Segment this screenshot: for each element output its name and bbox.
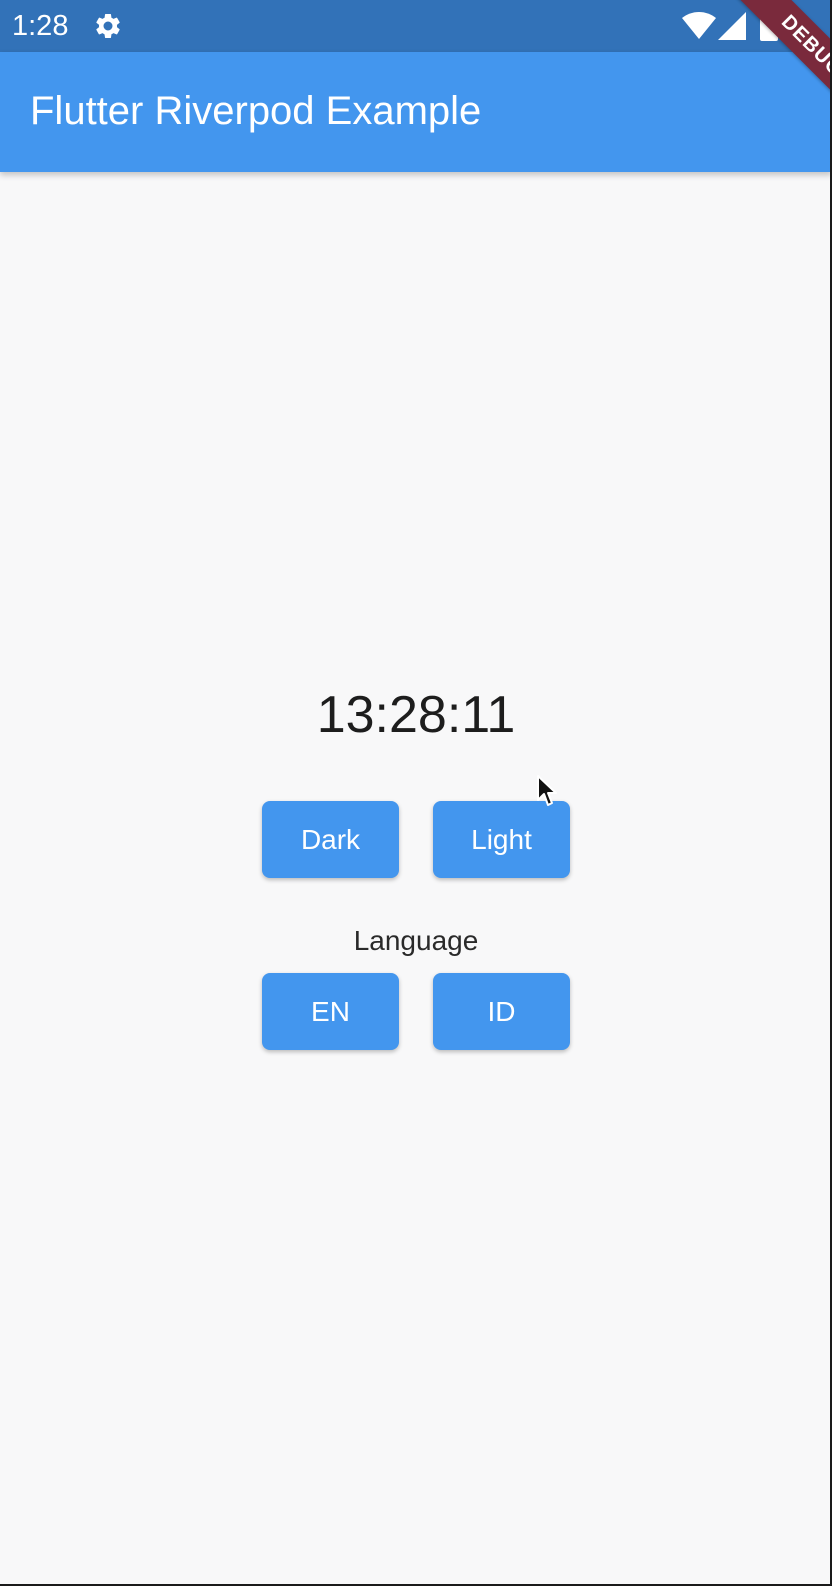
app-bar: Flutter Riverpod Example [0, 52, 832, 172]
status-bar: 1:28 [0, 0, 832, 52]
app-screen: 1:28 Flutter Riverpod Example DEBUG 13:2… [0, 0, 832, 1586]
battery-icon [760, 11, 778, 41]
clock-text: 13:28:11 [316, 686, 516, 744]
mouse-cursor-icon [537, 775, 557, 806]
language-label: Language [353, 925, 479, 956]
wifi-icon [682, 12, 716, 39]
language-id-button[interactable]: ID [433, 973, 570, 1050]
light-theme-button[interactable]: Light [433, 801, 570, 878]
dark-theme-button[interactable]: Dark [262, 801, 399, 878]
language-en-button[interactable]: EN [262, 973, 399, 1050]
signal-icon [718, 12, 746, 40]
status-time: 1:28 [12, 10, 69, 42]
gear-icon [96, 13, 120, 39]
app-bar-title: Flutter Riverpod Example [30, 89, 482, 133]
